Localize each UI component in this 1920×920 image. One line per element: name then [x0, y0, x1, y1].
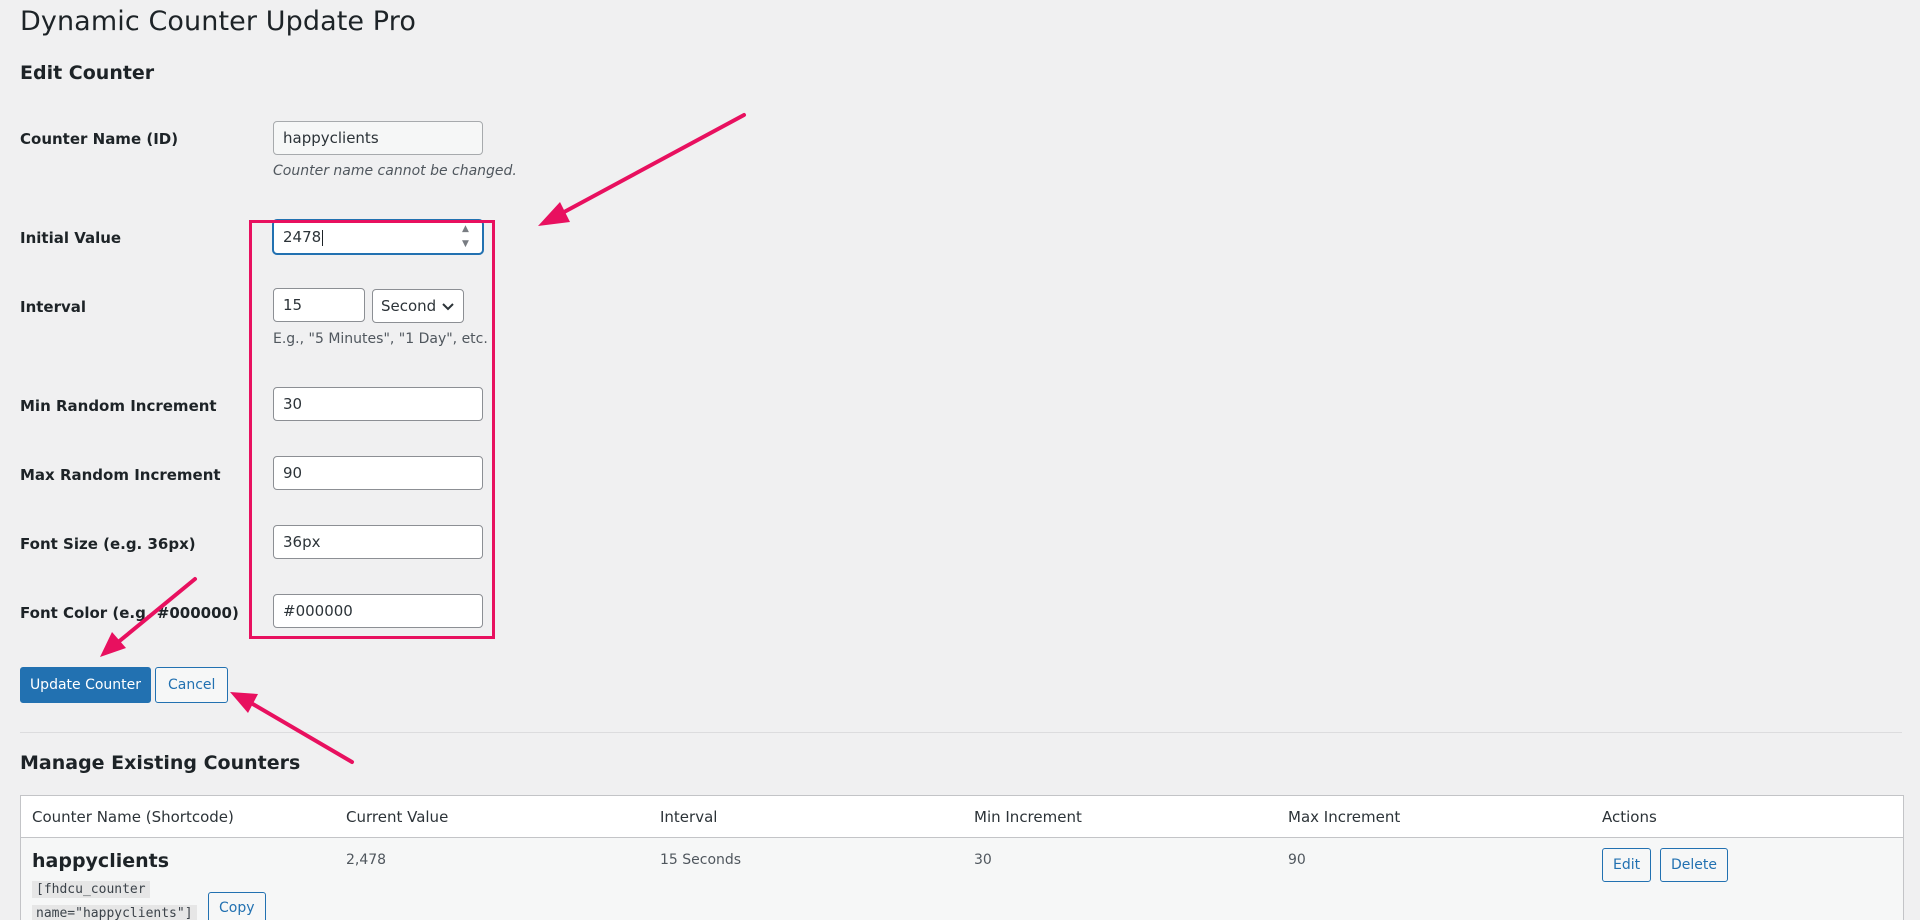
column-header-current-value: Current Value: [346, 808, 449, 826]
interval-description: E.g., "5 Minutes", "1 Day", etc.: [273, 331, 488, 347]
counter-name-description: Counter name cannot be changed.: [273, 163, 517, 179]
interval-input[interactable]: 15: [273, 288, 365, 322]
interval-label: Interval: [20, 298, 87, 316]
min-increment-input[interactable]: 30: [273, 387, 483, 421]
counter-row-current-value: 2,478: [346, 852, 387, 868]
font-size-input[interactable]: 36px: [273, 525, 483, 559]
interval-unit-value: Second: [381, 297, 437, 315]
plugin-title: Dynamic Counter Update Pro: [20, 6, 416, 37]
number-spinner-icon[interactable]: ▲ ▼: [462, 224, 472, 250]
manage-counters-title: Manage Existing Counters: [20, 752, 301, 774]
edit-counter-button[interactable]: Edit: [1602, 848, 1652, 882]
column-header-actions: Actions: [1602, 808, 1657, 826]
max-increment-label: Max Random Increment: [20, 466, 221, 484]
section-divider: [20, 732, 1902, 733]
delete-counter-button[interactable]: Delete: [1660, 848, 1728, 882]
spinner-down-icon[interactable]: ▼: [462, 239, 472, 250]
column-header-min-increment: Min Increment: [974, 808, 1082, 826]
max-increment-input[interactable]: 90: [273, 456, 483, 490]
initial-value-text: 2478: [283, 228, 322, 246]
font-color-label: Font Color (e.g. #000000): [20, 604, 239, 622]
chevron-down-icon: [442, 303, 454, 311]
counter-row-interval: 15 Seconds: [660, 852, 742, 868]
column-header-name: Counter Name (Shortcode): [32, 808, 234, 826]
initial-value-input[interactable]: 2478 ▲ ▼: [273, 220, 483, 254]
shortcode-line-2: name="happyclients"]: [32, 905, 197, 920]
font-size-label: Font Size (e.g. 36px): [20, 535, 196, 553]
counter-row-max-increment: 90: [1288, 852, 1306, 868]
cancel-button[interactable]: Cancel: [155, 667, 229, 703]
column-header-max-increment: Max Increment: [1288, 808, 1401, 826]
interval-unit-select[interactable]: Second: [372, 289, 464, 323]
counter-row-name: happyclients: [32, 850, 170, 872]
counter-name-label: Counter Name (ID): [20, 130, 179, 148]
edit-counter-title: Edit Counter: [20, 62, 155, 84]
update-counter-button[interactable]: Update Counter: [20, 667, 151, 703]
copy-shortcode-button[interactable]: Copy: [208, 892, 266, 920]
column-header-interval: Interval: [660, 808, 718, 826]
table-header: Counter Name (Shortcode) Current Value I…: [21, 796, 1903, 838]
font-color-input[interactable]: #000000: [273, 594, 483, 628]
counter-row-min-increment: 30: [974, 852, 992, 868]
shortcode-line-1: [fhdcu_counter: [32, 881, 150, 898]
min-increment-label: Min Random Increment: [20, 397, 217, 415]
counters-table: Counter Name (Shortcode) Current Value I…: [20, 795, 1904, 920]
spinner-up-icon[interactable]: ▲: [462, 224, 472, 235]
annotation-highlight-box: [249, 220, 495, 639]
table-row: happyclients [fhdcu_counter name="happyc…: [21, 838, 1903, 920]
counter-name-input[interactable]: happyclients: [273, 121, 483, 155]
initial-value-label: Initial Value: [20, 229, 122, 247]
text-caret: [322, 229, 324, 246]
plugin-page: Dynamic Counter Update Pro Edit Counter …: [0, 0, 1920, 920]
counter-shortcode: [fhdcu_counter name="happyclients"]: [32, 878, 197, 920]
